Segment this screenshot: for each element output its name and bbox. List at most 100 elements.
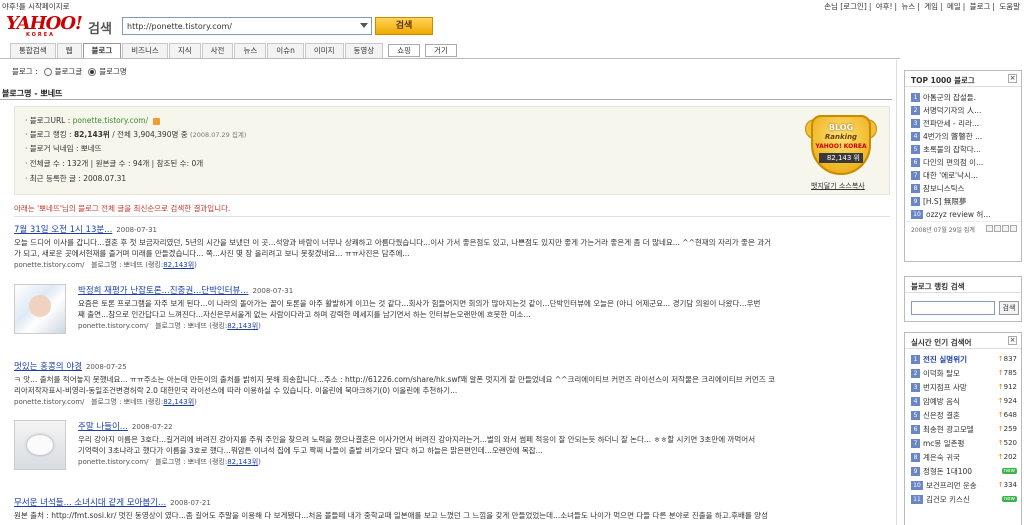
result-source[interactable]: ponette.tistory.com/ xyxy=(78,322,148,330)
yahoo-link[interactable]: 야후! xyxy=(876,2,893,11)
hot-keyword-item[interactable]: 8 계은숙 귀국 ↑202 xyxy=(905,450,1021,464)
first-page-button[interactable] xyxy=(986,225,993,232)
close-icon[interactable]: × xyxy=(1008,74,1017,83)
prev-page-button[interactable] xyxy=(994,225,1001,232)
tab-geogi[interactable]: 거기 xyxy=(425,44,457,57)
hot-keywords-panel: 실시간 인기 검색어 × 1 전진 실명위기 ↑837 2 이덕화 탈모 ↑785 3번… xyxy=(904,332,1022,525)
radio-blog-posts[interactable] xyxy=(43,67,52,76)
result-rank-link[interactable]: 82,143위 xyxy=(227,458,258,466)
result-date: 2008-07-22 xyxy=(131,423,173,431)
rank-search-input[interactable] xyxy=(911,301,995,315)
result-title-link[interactable]: 주말 나들이... xyxy=(78,422,128,432)
tab-dictionary[interactable]: 사전 xyxy=(201,43,234,58)
top-blog-item[interactable]: 6 다인의 편의점 이... xyxy=(905,156,1021,169)
tab-image[interactable]: 이미지 xyxy=(304,43,344,58)
tab-blog[interactable]: 블로그 xyxy=(82,43,122,59)
tab-business[interactable]: 비즈니스 xyxy=(122,43,168,58)
result-item: 주말 나들이... 2008-07-22 우리 강아지 이름은 3호다...길거리… xyxy=(14,420,894,470)
search-input[interactable] xyxy=(123,18,353,34)
hot-keyword-item[interactable]: 1 전진 실명위기 ↑837 xyxy=(905,352,1021,366)
top-blog-item[interactable]: 5 초록불의 잡학다... xyxy=(905,143,1021,156)
result-title-link[interactable]: 7월 31일 오전 1시 13분... xyxy=(14,225,112,235)
tab-video[interactable]: 동영상 xyxy=(344,43,384,58)
hot-keyword-item[interactable]: 7 mc몽 일촌평 ↑520 xyxy=(905,436,1021,450)
blog-url-link[interactable]: ponette.tistory.com/ xyxy=(73,116,148,125)
result-title-link[interactable]: 박정희 재평가 난잡토론...진중권...단박인터뷰... xyxy=(78,286,248,296)
blog-info-box: · 블로그URL : ponette.tistory.com/ · 블로그 랭킹… xyxy=(14,106,890,195)
hot-keyword-item[interactable]: 11 김건모 키스신 new xyxy=(905,492,1021,506)
tab-issue[interactable]: 이슈n xyxy=(267,43,304,58)
hot-keywords-title: 실시간 인기 검색어 × xyxy=(905,333,1021,349)
news-link[interactable]: 뉴스 xyxy=(901,2,915,11)
top-blog-item[interactable]: 10 ozzyz review 허... xyxy=(905,208,1021,221)
result-thumbnail[interactable] xyxy=(14,284,66,334)
top-blog-item[interactable]: 2 서명덕기자의 人... xyxy=(905,104,1021,117)
tab-news[interactable]: 뉴스 xyxy=(234,43,267,58)
help-link[interactable]: 도움말 xyxy=(999,2,1020,11)
tab-web[interactable]: 웹 xyxy=(56,43,82,58)
result-title-link[interactable]: 무서운 녀석들... 소녀시대 같게 모아봅기... xyxy=(14,498,166,508)
hot-keyword-item[interactable]: 6 최송현 광고모델 ↑259 xyxy=(905,422,1021,436)
tab-all[interactable]: 통합검색 xyxy=(10,43,56,58)
top-blog-item[interactable]: 8 잠보니스틱스 xyxy=(905,182,1021,195)
search-button[interactable]: 검색 xyxy=(375,17,433,35)
last-page-button[interactable] xyxy=(1010,225,1017,232)
result-rank-link[interactable]: 82,143위 xyxy=(227,322,258,330)
result-source[interactable]: ponette.tistory.com/ xyxy=(78,458,148,466)
result-thumbnail[interactable] xyxy=(14,420,66,470)
badge-source-link[interactable]: 뱃지달기 소스복사 xyxy=(811,181,865,191)
next-page-button[interactable] xyxy=(1002,225,1009,232)
new-badge: new xyxy=(1001,496,1017,502)
tab-divider xyxy=(0,58,900,59)
result-rank-link[interactable]: 82,143위 xyxy=(163,398,194,406)
game-link[interactable]: 게임 xyxy=(924,2,938,11)
result-meta: ponette.tistory.com/ 블로그명 : 뽀네뜨 (랭킹:82,1… xyxy=(14,398,197,406)
rss-icon[interactable] xyxy=(152,117,160,125)
top-blog-item[interactable]: 4 4번가의 瞥瞥한 ... xyxy=(905,130,1021,143)
hot-keyword-item[interactable]: 9 정형돈 1대100 new xyxy=(905,464,1021,478)
blog-ranking-badge[interactable]: BLOG Ranking YAHOO! KOREA 82,143 위 xyxy=(805,113,877,177)
result-date: 2008-07-31 xyxy=(116,226,157,234)
hot-keyword-item[interactable]: 3 번지점프 사망 ↑912 xyxy=(905,380,1021,394)
utility-links: 손님 [로그인] | 야후! | 뉴스 | 게임 | 메일 | 블로그 | 도움말 xyxy=(824,2,1020,11)
sidebar-separator xyxy=(896,60,897,525)
radio-blog-name-label[interactable]: 블로그명 xyxy=(99,66,127,77)
result-source[interactable]: ponette.tistory.com/ xyxy=(14,398,84,406)
result-meta: ponette.tistory.com/ 블로그명 : 뽀네뜨 (랭킹:82,1… xyxy=(14,261,197,269)
rank-search-title: 블로그 랭킹 검색 xyxy=(905,277,1021,293)
badge-title: BLOG xyxy=(828,123,854,132)
yahoo-logo[interactable]: YAHOO! KOREA xyxy=(6,15,86,41)
top-blog-item[interactable]: 3 전파만세 - 리라... xyxy=(905,117,1021,130)
new-badge: new xyxy=(1001,468,1017,474)
result-item: 박정희 재평가 난잡토론...진중권...단박인터뷰... 2008-07-31 … xyxy=(14,284,894,334)
radio-blog-name[interactable] xyxy=(88,67,97,76)
result-title-link[interactable]: 멋있는 홍콩의 야경 xyxy=(14,362,82,372)
result-source[interactable]: ponette.tistory.com/ xyxy=(14,261,84,269)
hot-keyword-item[interactable]: 10 보건프리먼 운송 ↑334 xyxy=(905,478,1021,492)
set-homepage-link[interactable]: 야후!를 시작페이지로 xyxy=(2,1,70,12)
result-rank-link[interactable]: 82,143위 xyxy=(163,261,194,269)
hot-keyword-item[interactable]: 2 이덕화 탈모 ↑785 xyxy=(905,366,1021,380)
tab-shopping[interactable]: 쇼핑 xyxy=(388,44,421,57)
rank-search-button[interactable]: 검색 xyxy=(999,301,1019,315)
result-snippet: ㅋ 앗... 출처를 적어놓지 못했네요... ㅠㅠ주소는 아는데 만든이의 출… xyxy=(14,375,776,395)
top-blog-item[interactable]: 1 아톰군의 잡설들. xyxy=(905,91,1021,104)
result-snippet: 우리 강아지 이름은 3호다...길거리에 버려진 강아지를 주워 주인을 찾으… xyxy=(78,435,756,455)
top-blogs-title: TOP 1000 블로그 × xyxy=(905,71,1021,87)
search-box xyxy=(122,17,372,35)
close-icon[interactable]: × xyxy=(1008,336,1017,345)
hot-keyword-item[interactable]: 4 암예방 음식 ↑924 xyxy=(905,394,1021,408)
top-blogs-panel: TOP 1000 블로그 × 1 아톰군의 잡설들. 2 서명덕기자의 人... 3… xyxy=(904,70,1022,262)
radio-blog-posts-label[interactable]: 블로그글 xyxy=(55,66,83,77)
top-blog-item[interactable]: 7 대한 '에로'낙시... xyxy=(905,169,1021,182)
login-link[interactable]: 손님 [로그인] xyxy=(824,2,867,11)
info-url-row: · 블로그URL : ponette.tistory.com/ xyxy=(25,115,160,126)
hot-keyword-item[interactable]: 5 신은정 결혼 ↑648 xyxy=(905,408,1021,422)
blog-filter: 블로그 : 블로그글 블로그명 xyxy=(12,66,127,77)
chevron-down-icon[interactable] xyxy=(360,23,368,28)
blog-link[interactable]: 블로그 xyxy=(970,2,991,11)
tab-knowledge[interactable]: 지식 xyxy=(168,43,201,58)
badge-logo: YAHOO! KOREA xyxy=(815,143,867,150)
mail-link[interactable]: 메일 xyxy=(947,2,961,11)
top-blog-item[interactable]: 9 [H.S] 無限夢 xyxy=(905,195,1021,208)
